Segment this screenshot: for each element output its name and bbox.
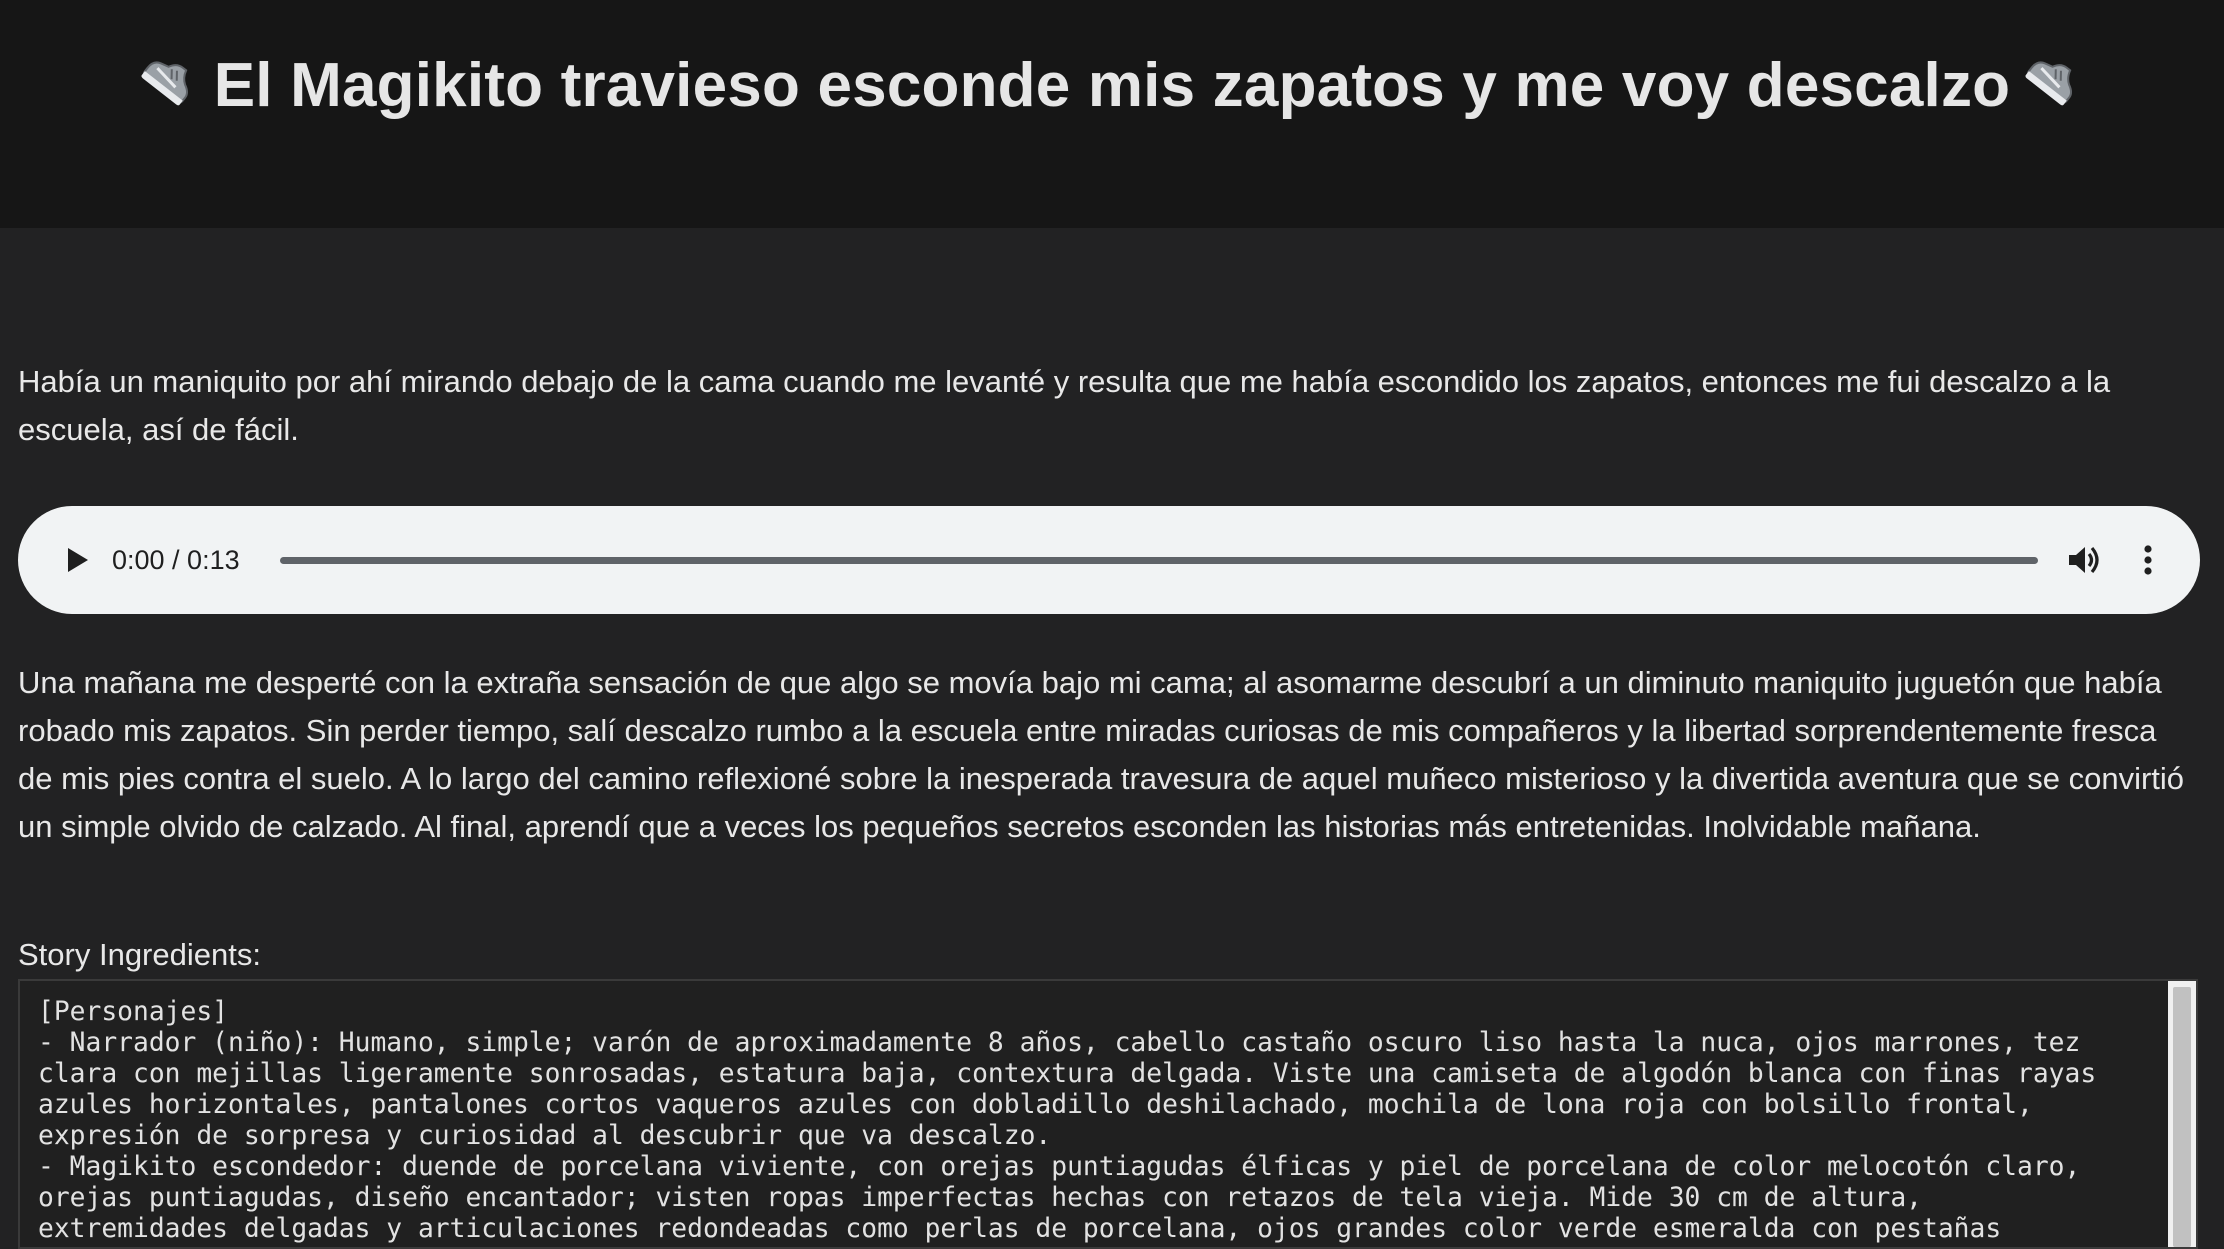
play-icon [68,548,88,572]
story-paragraph: Una mañana me desperté con la extraña se… [18,665,2185,844]
ingredients-textarea[interactable]: [Personajes] - Narrador (niño): Humano, … [18,979,2198,1249]
audio-player[interactable]: 0:00 / 0:13 [18,506,2200,614]
more-options-icon [2144,545,2152,575]
ingredients-scrollbar[interactable] [2168,981,2196,1247]
sneaker-icon [140,48,200,123]
more-options-button[interactable] [2136,540,2160,580]
play-button[interactable] [58,542,94,578]
scrollbar-thumb[interactable] [2173,987,2191,1247]
ingredients-text: [Personajes] - Narrador (niño): Humano, … [38,997,2097,1244]
intro-paragraph: Había un maniquito por ahí mirando debaj… [18,364,2111,447]
volume-button[interactable] [2064,540,2104,580]
page-title: El Magikito travieso esconde mis zapatos… [0,50,2224,127]
sneaker-icon [2024,48,2084,123]
audio-time-display: 0:00 / 0:13 [112,545,240,575]
page-header: El Magikito travieso esconde mis zapatos… [0,0,2224,228]
volume-icon [2069,546,2099,574]
page-title-text: El Magikito travieso esconde mis zapatos… [213,51,2011,120]
audio-progress-slider[interactable] [280,557,2038,564]
ingredients-label: Story Ingredients: [18,937,261,972]
